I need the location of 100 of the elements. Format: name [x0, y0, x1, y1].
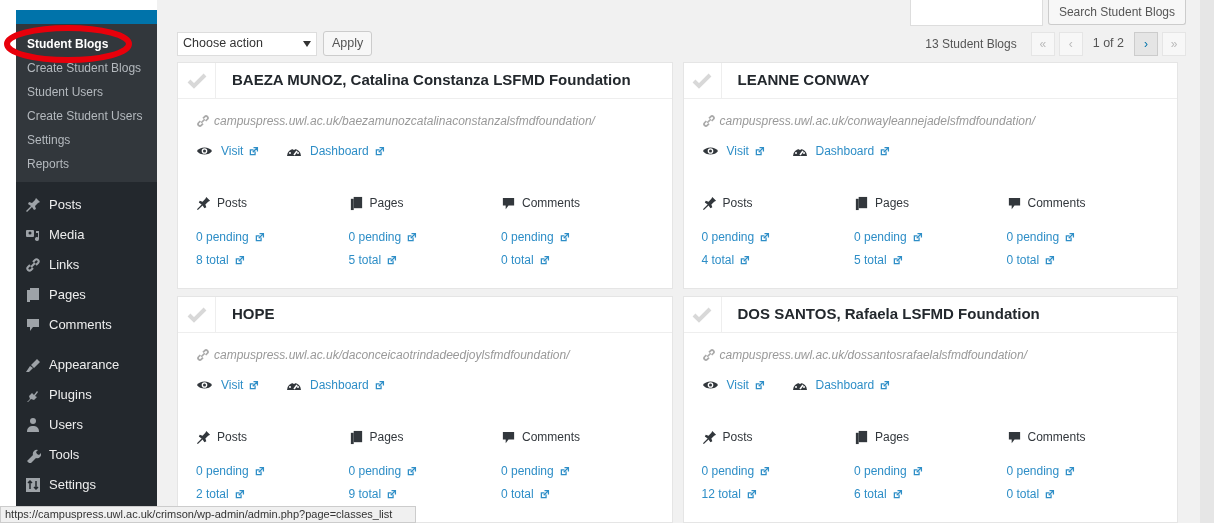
menu-item[interactable]: Comments — [49, 315, 112, 335]
menu-item[interactable]: Settings — [49, 475, 96, 495]
dashboard-link[interactable]: Dashboard — [815, 142, 875, 160]
pages-icon — [348, 429, 364, 445]
comment-icon — [501, 195, 516, 211]
submenu-item[interactable]: Create Student Blogs — [16, 56, 157, 80]
status-bar-url: https://campuspress.uwl.ac.uk/crimson/wp-admin/admin.php?page=classes_list — [0, 506, 416, 523]
pending-link[interactable]: 0 pending — [854, 228, 907, 246]
submenu-item[interactable]: Student Users — [16, 80, 157, 104]
comment-icon — [25, 317, 41, 333]
total-link[interactable]: 8 total — [196, 251, 229, 269]
external-link-icon — [248, 379, 260, 391]
link-icon — [196, 114, 210, 128]
total-link[interactable]: 12 total — [701, 485, 741, 503]
total-link[interactable]: 5 total — [348, 251, 382, 269]
menu-item[interactable]: Appearance — [49, 355, 120, 375]
blog-title: BAEZA MUNOZ, Catalina Constanza LSFMD Foundation — [231, 70, 631, 91]
wrench-icon — [25, 447, 41, 463]
submenu-item[interactable]: Create Student Users — [16, 104, 157, 128]
stat-label: Pages — [369, 429, 404, 446]
stat-label: Pages — [875, 429, 910, 446]
dashboard-link[interactable]: Dashboard — [310, 376, 369, 394]
dashboard-link[interactable]: Dashboard — [815, 376, 875, 394]
pending-link[interactable]: 0 pending — [854, 462, 907, 480]
search-button[interactable]: Search Student Blogs — [1047, 0, 1186, 25]
page-indicator: 1 of 2 — [1092, 35, 1124, 53]
total-link[interactable]: 0 total — [501, 251, 534, 269]
total-link[interactable]: 0 total — [1006, 251, 1040, 269]
menu-item[interactable]: Media — [49, 225, 85, 245]
menu-item[interactable]: Links — [49, 255, 80, 275]
external-link-icon — [406, 465, 418, 477]
external-link-icon — [879, 379, 891, 391]
stat-label: Posts — [217, 429, 247, 446]
pending-link[interactable]: 0 pending — [348, 228, 402, 246]
external-link-icon — [739, 254, 751, 266]
submenu-item[interactable]: Student Blogs — [16, 32, 157, 56]
visit-link[interactable]: Visit — [221, 376, 244, 394]
external-link-icon — [753, 145, 765, 157]
visit-link[interactable]: Visit — [221, 142, 244, 160]
external-link-icon — [879, 145, 891, 157]
stat-label: Comments — [522, 429, 580, 446]
menu-item[interactable]: Plugins — [49, 385, 92, 405]
total-link[interactable]: 6 total — [854, 485, 887, 503]
external-link-icon — [538, 488, 550, 500]
menu-item[interactable]: Posts — [49, 195, 82, 215]
checkmark-icon — [692, 306, 712, 323]
pending-link[interactable]: 0 pending — [1006, 228, 1060, 246]
sliders-icon — [25, 477, 41, 493]
pending-link[interactable]: 0 pending — [701, 228, 755, 246]
comment-icon — [1006, 195, 1022, 211]
pages-icon — [25, 287, 41, 303]
pending-link[interactable]: 0 pending — [701, 462, 755, 480]
checkmark-icon — [186, 306, 207, 323]
external-link-icon — [891, 254, 903, 266]
blog-url: campuspress.uwl.ac.uk/conwayleannejadelsfmdfoundation/ — [719, 113, 1035, 130]
search-field[interactable] — [909, 0, 1043, 26]
menu-item[interactable]: Users — [49, 415, 83, 435]
pin-icon — [196, 429, 211, 445]
pending-link[interactable]: 0 pending — [501, 228, 554, 246]
apply-button[interactable]: Apply — [323, 31, 373, 56]
pending-link[interactable]: 0 pending — [1006, 462, 1060, 480]
pending-link[interactable]: 0 pending — [196, 462, 249, 480]
link-icon — [701, 114, 716, 128]
submenu-item[interactable]: Settings — [16, 128, 157, 152]
bulk-action-select[interactable]: Choose action — [177, 31, 317, 56]
pending-link[interactable]: 0 pending — [501, 462, 554, 480]
stat-label: Posts — [722, 195, 753, 212]
pending-link[interactable]: 0 pending — [196, 228, 249, 246]
total-link[interactable]: 0 total — [1006, 485, 1040, 503]
item-count: 13 Student Blogs — [925, 35, 1017, 53]
comment-icon — [501, 429, 516, 445]
external-link-icon — [386, 488, 398, 500]
eye-icon — [196, 379, 213, 391]
dashboard-link[interactable]: Dashboard — [310, 142, 369, 160]
menu-item[interactable]: Pages — [49, 285, 86, 305]
total-link[interactable]: 5 total — [854, 251, 887, 269]
total-link[interactable]: 9 total — [348, 485, 382, 503]
external-link-icon — [1064, 465, 1076, 477]
total-link[interactable]: 4 total — [701, 251, 735, 269]
pagination-button[interactable]: › — [1134, 31, 1158, 56]
pin-icon — [25, 197, 41, 213]
eye-icon — [196, 145, 213, 157]
external-link-icon — [558, 231, 570, 243]
link-icon — [196, 348, 210, 362]
pending-link[interactable]: 0 pending — [348, 462, 402, 480]
menu-item[interactable]: Tools — [49, 445, 80, 465]
visit-link[interactable]: Visit — [726, 142, 749, 160]
external-link-icon — [373, 379, 385, 391]
external-link-icon — [253, 465, 265, 477]
blog-url: campuspress.uwl.ac.uk/dossantosrafaelalsfmdfoundation/ — [719, 347, 1027, 364]
external-link-icon — [248, 145, 260, 157]
visit-link[interactable]: Visit — [726, 376, 749, 394]
total-link[interactable]: 2 total — [196, 485, 229, 503]
external-link-icon — [386, 254, 398, 266]
submenu-item[interactable]: Reports — [16, 152, 157, 176]
total-link[interactable]: 0 total — [501, 485, 534, 503]
external-link-icon — [911, 231, 923, 243]
pin-icon — [701, 195, 717, 211]
link-icon — [701, 348, 716, 362]
blog-url: campuspress.uwl.ac.uk/daconceicaotrindadeedjoylsfmdfoundation/ — [214, 347, 570, 364]
